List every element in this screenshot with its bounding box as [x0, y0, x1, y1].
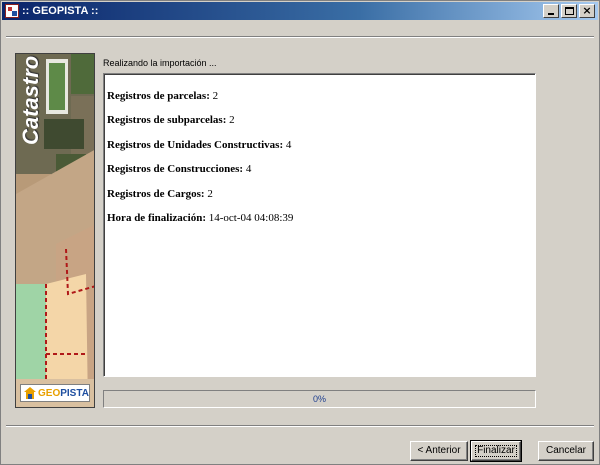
top-separator	[6, 36, 594, 38]
logo-pista-text: PISTA	[60, 388, 89, 399]
finish-button[interactable]: Finalizar	[470, 440, 522, 462]
result-label: Registros de parcelas:	[107, 90, 210, 102]
minimize-button[interactable]	[543, 4, 559, 18]
logo-icon	[24, 387, 36, 399]
cancel-button[interactable]: Cancelar	[538, 441, 594, 461]
bottom-separator	[6, 425, 594, 427]
results-panel: Registros de parcelas: 2 Registros de su…	[103, 73, 536, 377]
result-value: 14-oct-04 04:08:39	[208, 212, 294, 224]
result-row-unidades: Registros de Unidades Constructivas: 4	[107, 139, 291, 151]
maximize-button[interactable]	[561, 4, 577, 18]
close-icon: ×	[582, 4, 592, 17]
result-value: 4	[245, 163, 252, 175]
previous-button[interactable]: < Anterior	[410, 441, 468, 461]
logo-text: GEOPISTA	[38, 387, 89, 400]
geopista-logo: GEOPISTA	[20, 384, 90, 402]
result-label: Registros de Cargos:	[107, 188, 205, 200]
close-button[interactable]: ×	[579, 4, 595, 18]
window-title: :: GEOPISTA ::	[22, 5, 99, 17]
result-value: 2	[212, 90, 219, 102]
result-row-subparcelas: Registros de subparcelas: 2	[107, 114, 235, 126]
result-value: 2	[229, 114, 235, 126]
progress-text: 0%	[312, 394, 326, 404]
result-row-hora: Hora de finalización: 14-oct-04 04:08:39	[107, 212, 293, 224]
result-row-parcelas: Registros de parcelas: 2	[107, 90, 218, 102]
result-label: Registros de subparcelas:	[107, 114, 227, 126]
result-label: Registros de Unidades Constructivas:	[107, 139, 284, 151]
status-text: Realizando la importación ...	[103, 58, 217, 68]
catastro-label: Catastro	[18, 56, 43, 146]
wizard-window: :: GEOPISTA :: × Catastro GEOPISTA Reali…	[0, 0, 600, 465]
result-label: Registros de Construcciones:	[107, 163, 244, 175]
catastro-side-image: Catastro GEOPISTA	[15, 53, 95, 408]
result-row-construcciones: Registros de Construcciones: 4	[107, 163, 251, 175]
maximize-icon	[565, 7, 574, 15]
app-icon[interactable]	[5, 4, 19, 18]
result-label: Hora de finalización:	[107, 212, 206, 224]
minimize-icon	[548, 13, 554, 15]
result-value: 2	[207, 188, 213, 200]
logo-geo-text: GEO	[38, 388, 61, 399]
title-bar[interactable]: :: GEOPISTA :: ×	[2, 2, 598, 20]
finish-button-label: Finalizar	[477, 445, 515, 456]
window-controls: ×	[541, 4, 595, 18]
result-value: 4	[285, 139, 292, 151]
progress-bar: 0%	[103, 390, 536, 408]
result-row-cargos: Registros de Cargos: 2	[107, 188, 213, 200]
